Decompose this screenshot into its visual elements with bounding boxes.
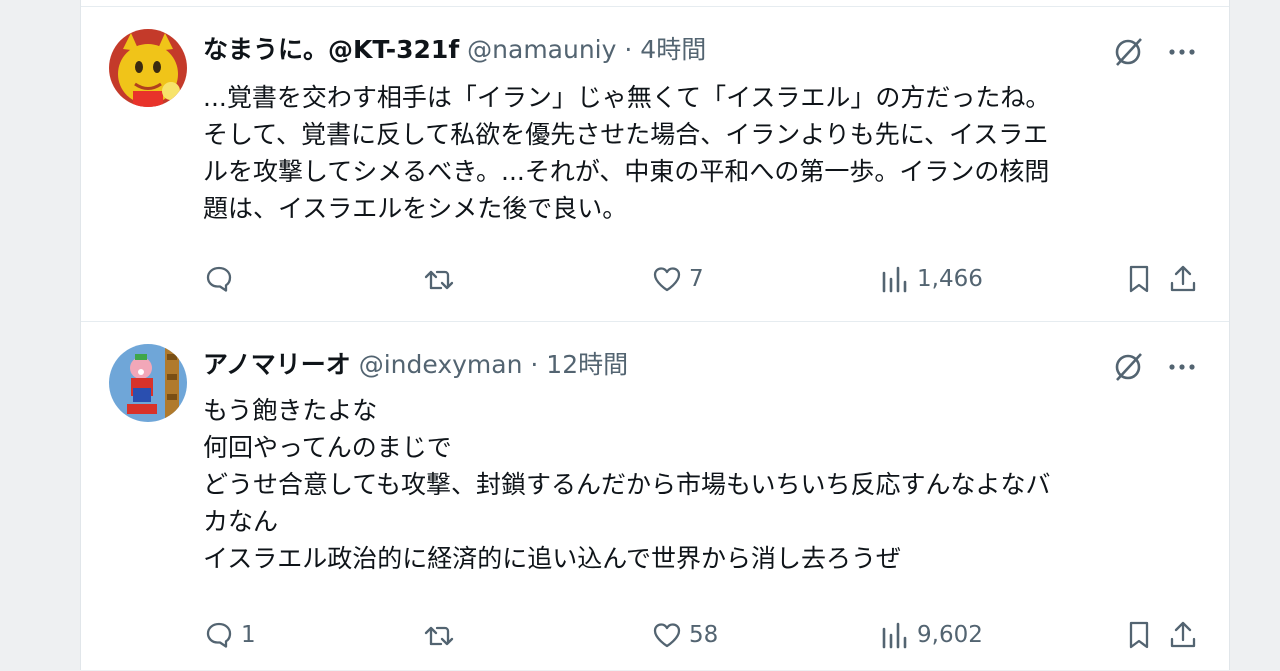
avatar[interactable] — [109, 344, 187, 422]
separator-dot: · — [530, 350, 539, 379]
post-card[interactable]: アノマリーオ @indexyman · 12時間 もう飽きたよな 何回やってんの… — [81, 321, 1229, 671]
post-actions: 1 58 9,602 — [203, 615, 1203, 655]
post-card[interactable]: なまうに。@KT-321f @namauniy · 4時間 ...覚書を交わす相… — [81, 6, 1229, 321]
repost-button[interactable] — [423, 615, 461, 655]
reply-button[interactable]: 1 — [203, 615, 256, 655]
post-text: ...覚書を交わす相手は「イラン」じゃ無くて「イスラエル」の方だったね。 そして… — [203, 79, 1050, 227]
heart-icon — [653, 267, 681, 292]
view-count: 9,602 — [917, 622, 983, 648]
repost-icon — [424, 626, 454, 646]
views-chart-icon — [882, 266, 907, 293]
repost-icon — [424, 270, 454, 290]
post-text-line: ...覚書を交わす相手は「イラン」じゃ無くて「イスラエル」の方だったね。 — [203, 83, 1051, 112]
post-time[interactable]: 4時間 — [640, 35, 706, 64]
post-text-line: もう飽きたよな — [203, 396, 378, 425]
post-header: なまうに。@KT-321f @namauniy · 4時間 — [203, 33, 706, 67]
post-text-line: 題は、イスラエルをシメた後で良い。 — [203, 194, 628, 223]
timeline-feed: なまうに。@KT-321f @namauniy · 4時間 ...覚書を交わす相… — [80, 0, 1230, 670]
post-text-line: ルを攻撃してシメるべき。...それが、中東の平和への第一歩。イランの核問 — [203, 157, 1050, 186]
heart-icon — [653, 623, 681, 648]
reply-count: 1 — [241, 622, 256, 648]
reply-button[interactable] — [203, 259, 241, 299]
more-dots-icon[interactable] — [1165, 350, 1199, 384]
grok-icon[interactable] — [1111, 35, 1145, 69]
share-icon — [1170, 265, 1196, 292]
more-dots-icon[interactable] — [1165, 35, 1199, 69]
user-handle[interactable]: @indexyman — [359, 350, 523, 379]
post-text-line: イスラエル政治的に経済的に追い込んで世界から消し去ろうぜ — [203, 544, 902, 573]
share-button[interactable] — [1167, 615, 1199, 655]
like-count: 7 — [689, 266, 704, 292]
post-actions: 7 1,466 — [203, 259, 1203, 299]
post-text: もう飽きたよな 何回やってんのまじで どうせ合意しても攻撃、封鎖するんだから市場… — [203, 392, 1051, 577]
post-text-line: 何回やってんのまじで — [203, 433, 452, 462]
post-text-line: どうせ合意しても攻撃、封鎖するんだから市場もいちいち反応すんなよなバ — [203, 470, 1051, 499]
grok-icon[interactable] — [1111, 350, 1145, 384]
views-button[interactable]: 1,466 — [879, 259, 983, 299]
separator-dot: · — [624, 35, 633, 64]
user-handle[interactable]: @namauniy — [467, 35, 616, 64]
share-button[interactable] — [1167, 259, 1199, 299]
like-count: 58 — [689, 622, 719, 648]
view-count: 1,466 — [917, 266, 983, 292]
bookmark-button[interactable] — [1123, 259, 1155, 299]
post-header: アノマリーオ @indexyman · 12時間 — [203, 348, 628, 382]
like-button[interactable]: 58 — [651, 615, 718, 655]
reply-icon — [206, 622, 232, 648]
views-button[interactable]: 9,602 — [879, 615, 983, 655]
post-time[interactable]: 12時間 — [546, 350, 628, 379]
like-button[interactable]: 7 — [651, 259, 704, 299]
views-chart-icon — [882, 622, 907, 649]
bookmark-icon — [1129, 265, 1149, 293]
repost-button[interactable] — [423, 259, 461, 299]
reply-icon — [206, 266, 232, 292]
post-text-line: カなん — [203, 507, 279, 536]
display-name[interactable]: アノマリーオ — [203, 350, 351, 379]
post-text-line: そして、覚書に反して私欲を優先させた場合、イランよりも先に、イスラエ — [203, 120, 1049, 149]
display-name[interactable]: なまうに。@KT-321f — [203, 35, 459, 64]
share-icon — [1170, 621, 1196, 648]
bookmark-icon — [1129, 621, 1149, 649]
bookmark-button[interactable] — [1123, 615, 1155, 655]
avatar[interactable] — [109, 29, 187, 107]
